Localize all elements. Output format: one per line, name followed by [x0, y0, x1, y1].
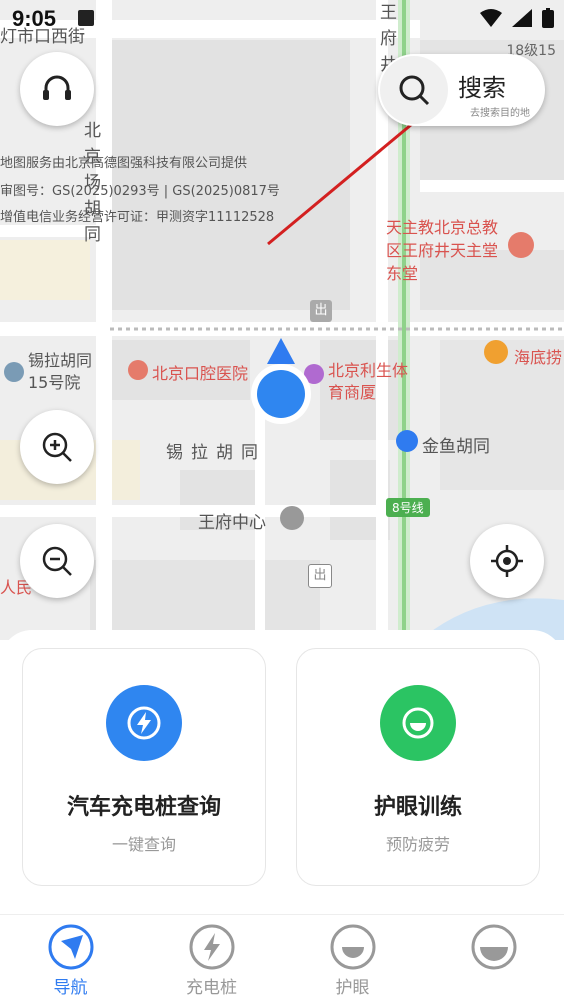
search-button[interactable]: 搜索 去搜索目的地 [378, 54, 545, 126]
status-bar: 9:05 [0, 0, 564, 36]
charging-card-sub: 一键查询 [111, 835, 176, 854]
search-icon-wrap [380, 56, 448, 124]
map-label-hutong: 北京场胡同 [84, 121, 101, 245]
status-icons [480, 8, 554, 28]
building-icon [280, 506, 304, 530]
exit-icon: 出 [310, 300, 332, 322]
wifi-icon [480, 9, 502, 27]
map-label-xila-hutong: 锡拉胡同 [166, 443, 266, 463]
location-marker [250, 338, 312, 428]
bottom-nav: 导航 充电桩 护眼 [0, 914, 564, 1005]
nav-item-eye[interactable]: 护眼 [282, 915, 423, 1005]
feature-panel: 汽车充电桩查询 一键查询 护眼训练 预防疲劳 [0, 630, 564, 914]
map-label-haidilao: 海底捞 [514, 348, 563, 367]
map-label-xila15: 锡拉胡同15号院 [28, 351, 93, 392]
charging-query-card[interactable]: 汽车充电桩查询 一键查询 [22, 648, 266, 886]
eye-care-icon [402, 707, 434, 739]
nav-label-navigation: 导航 [53, 978, 88, 998]
eye-training-card[interactable]: 护眼训练 预防疲劳 [296, 648, 540, 886]
dental-icon [128, 360, 148, 380]
search-label: 搜索 [458, 74, 506, 102]
copyright-line-2: 审图号：GS(2025)0293号 | GS(2025)0817号 [0, 184, 280, 199]
map-label-jinyu: 金鱼胡同 [422, 437, 490, 457]
nav-label-eye: 护眼 [335, 978, 370, 998]
church-icon [508, 232, 534, 258]
signal-icon [512, 9, 532, 27]
map-label-line8: 8号线 [386, 498, 430, 517]
map-label-church: 天主教北京总教区王府井天主堂东堂 [386, 218, 499, 283]
zoom-in-icon [42, 432, 72, 462]
residence-icon [4, 362, 24, 382]
notification-icon [78, 10, 94, 26]
charging-card-title: 汽车充电桩查询 [66, 795, 221, 820]
crosshair-icon [491, 545, 523, 577]
theme-icon [471, 924, 516, 970]
exit-icon-2: 出 [308, 564, 332, 588]
nav-item-theme[interactable] [423, 915, 564, 1005]
search-icon [399, 75, 430, 106]
metro-icon [396, 430, 418, 452]
copyright-line-1: 地图服务由北京高德图强科技有限公司提供 [0, 156, 248, 171]
eye-icon-wrap [380, 685, 456, 761]
status-time: 9:05 [12, 6, 57, 31]
locate-button[interactable] [470, 524, 544, 598]
copyright-line-3: 增值电信业务经营许可证：甲测资字11112528 [0, 210, 275, 225]
eye-card-title: 护眼训练 [373, 795, 462, 820]
zoom-out-icon [42, 546, 72, 576]
headset-icon [43, 75, 71, 100]
zoom-in-button[interactable] [20, 410, 94, 484]
charging-nav-icon [189, 924, 234, 970]
nav-item-navigation[interactable]: 导航 [0, 915, 141, 1005]
eye-card-sub: 预防疲劳 [385, 835, 450, 854]
restaurant-icon [484, 340, 508, 364]
charging-icon-wrap [106, 685, 182, 761]
battery-icon [542, 8, 554, 28]
navigation-icon [48, 924, 93, 970]
map-label-lisheng: 北京利生体育商厦 [328, 361, 409, 402]
zoom-out-button[interactable] [20, 524, 94, 598]
nav-label-charging: 充电桩 [186, 978, 237, 998]
lightning-icon [127, 706, 161, 740]
nav-item-charging[interactable]: 充电桩 [141, 915, 282, 1005]
map-label-dental: 北京口腔医院 [152, 364, 249, 383]
eye-nav-icon [330, 924, 375, 970]
search-sub: 去搜索目的地 [470, 108, 530, 119]
customer-service-button[interactable] [20, 52, 94, 126]
map-label-wangfu-center: 王府中心 [198, 513, 266, 533]
